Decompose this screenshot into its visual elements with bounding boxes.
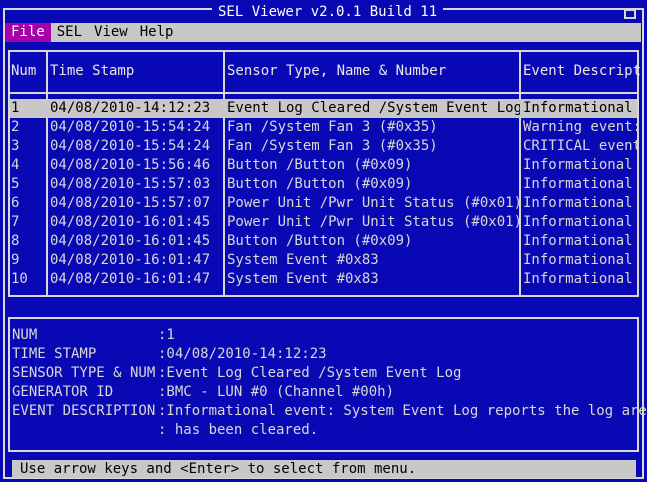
detail-label: EVENT DESCRIPTION: [12, 403, 156, 419]
cell-sensor: System Event #0x83: [227, 271, 379, 287]
event-detail-panel: NUM :1 TIME STAMP :04/08/2010-14:12:23 SENSO…: [8, 317, 647, 452]
cell-time-stamp: 04/08/2010-16:01:47: [50, 252, 211, 268]
menu-help[interactable]: Help: [134, 23, 180, 42]
cell-event-description: Informational: [523, 195, 633, 211]
cell-time-stamp: 04/08/2010-15:57:03: [50, 176, 211, 192]
menu-file[interactable]: File: [5, 23, 51, 42]
header-num[interactable]: Num: [11, 62, 36, 80]
cell-time-stamp: 04/08/2010-16:01:45: [50, 233, 211, 249]
cell-num: 4: [11, 157, 20, 173]
detail-label: NUM: [12, 327, 38, 343]
cell-time-stamp: 04/08/2010-16:01:45: [50, 214, 211, 230]
cell-time-stamp: 04/08/2010-15:54:24: [50, 119, 211, 135]
cell-sensor: Power Unit /Pwr Unit Status (#0x01): [227, 214, 520, 230]
cell-event-description: Warning event:: [523, 119, 637, 135]
cell-num: 9: [11, 252, 20, 268]
cell-num: 7: [11, 214, 20, 230]
table-row[interactable]: 2 04/08/2010-15:54:24 Fan /System Fan 3 (#…: [10, 118, 637, 137]
cell-sensor: Fan /System Fan 3 (#0x35): [227, 119, 438, 135]
detail-label: TIME STAMP: [12, 346, 97, 362]
cell-event-description: Informational: [523, 176, 633, 192]
detail-value: :Informational event: System Event Log r…: [158, 403, 647, 419]
header-time-stamp[interactable]: Time Stamp: [50, 62, 134, 80]
cell-num: 1: [11, 100, 20, 116]
table-row[interactable]: 5 04/08/2010-15:57:03 Button /Button (#0x0…: [10, 175, 637, 194]
menu-view[interactable]: View: [88, 23, 134, 42]
cell-num: 3: [11, 138, 20, 154]
close-box-icon[interactable]: [624, 9, 636, 19]
cell-time-stamp: 04/08/2010-14:12:23: [50, 100, 211, 116]
cell-num: 5: [11, 176, 20, 192]
cell-num: 10: [11, 271, 28, 287]
detail-value: :BMC - LUN #0 (Channel #00h): [158, 384, 395, 400]
status-bar: Use arrow keys and <Enter> to select fro…: [12, 460, 636, 478]
cell-event-description: Informational: [523, 100, 633, 116]
cell-time-stamp: 04/08/2010-15:57:07: [50, 195, 211, 211]
cell-time-stamp: 04/08/2010-15:56:46: [50, 157, 211, 173]
title-bar: SEL Viewer v2.0.1 Build 11: [0, 0, 647, 22]
table-row[interactable]: 7 04/08/2010-16:01:45 Power Unit /Pwr Unit…: [10, 213, 637, 232]
cell-num: 8: [11, 233, 20, 249]
cell-num: 6: [11, 195, 20, 211]
cell-time-stamp: 04/08/2010-15:54:24: [50, 138, 211, 154]
detail-value: :04/08/2010-14:12:23: [158, 346, 327, 362]
cell-event-description: CRITICAL event: [523, 138, 637, 154]
cell-sensor: Fan /System Fan 3 (#0x35): [227, 138, 438, 154]
header-divider: [8, 92, 639, 94]
cell-event-description: Informational: [523, 157, 633, 173]
header-event-description[interactable]: Event Descript: [523, 62, 641, 80]
table-row[interactable]: 9 04/08/2010-16:01:47 System Event #0x83 In…: [10, 251, 637, 270]
detail-label: GENERATOR ID: [12, 384, 114, 400]
cell-sensor: Button /Button (#0x09): [227, 157, 413, 173]
table-row[interactable]: 8 04/08/2010-16:01:45 Button /Button (#0x0…: [10, 232, 637, 251]
menu-bar: File SEL View Help: [5, 23, 641, 42]
detail-label: SENSOR TYPE & NUM: [12, 365, 156, 381]
detail-value: :1: [158, 327, 175, 343]
cell-sensor: Event Log Cleared /System Event Log: [227, 100, 520, 116]
table-row[interactable]: 3 04/08/2010-15:54:24 Fan /System Fan 3 (#…: [10, 137, 637, 156]
cell-sensor: System Event #0x83: [227, 252, 379, 268]
cell-time-stamp: 04/08/2010-16:01:47: [50, 271, 211, 287]
cell-sensor: Button /Button (#0x09): [227, 176, 413, 192]
event-table: Num Time Stamp Sensor Type, Name & Numbe…: [8, 50, 641, 297]
detail-value: : has been cleared.: [158, 422, 319, 438]
header-sensor[interactable]: Sensor Type, Name & Number: [227, 62, 446, 80]
cell-sensor: Button /Button (#0x09): [227, 233, 413, 249]
cell-event-description: Informational: [523, 214, 633, 230]
cell-num: 2: [11, 119, 20, 135]
table-row[interactable]: 10 04/08/2010-16:01:47 System Event #0x83 I…: [10, 270, 637, 289]
cell-event-description: Informational: [523, 233, 633, 249]
menu-sel[interactable]: SEL: [51, 23, 88, 42]
table-row[interactable]: 6 04/08/2010-15:57:07 Power Unit /Pwr Unit…: [10, 194, 637, 213]
table-row[interactable]: 4 04/08/2010-15:56:46 Button /Button (#0x0…: [10, 156, 637, 175]
cell-sensor: Power Unit /Pwr Unit Status (#0x01): [227, 195, 520, 211]
table-row[interactable]: 1 04/08/2010-14:12:23 Event Log Cleared /S…: [10, 99, 637, 118]
window-title: SEL Viewer v2.0.1 Build 11: [212, 3, 444, 21]
cell-event-description: Informational: [523, 271, 633, 287]
cell-event-description: Informational: [523, 252, 633, 268]
detail-value: :Event Log Cleared /System Event Log: [158, 365, 462, 381]
